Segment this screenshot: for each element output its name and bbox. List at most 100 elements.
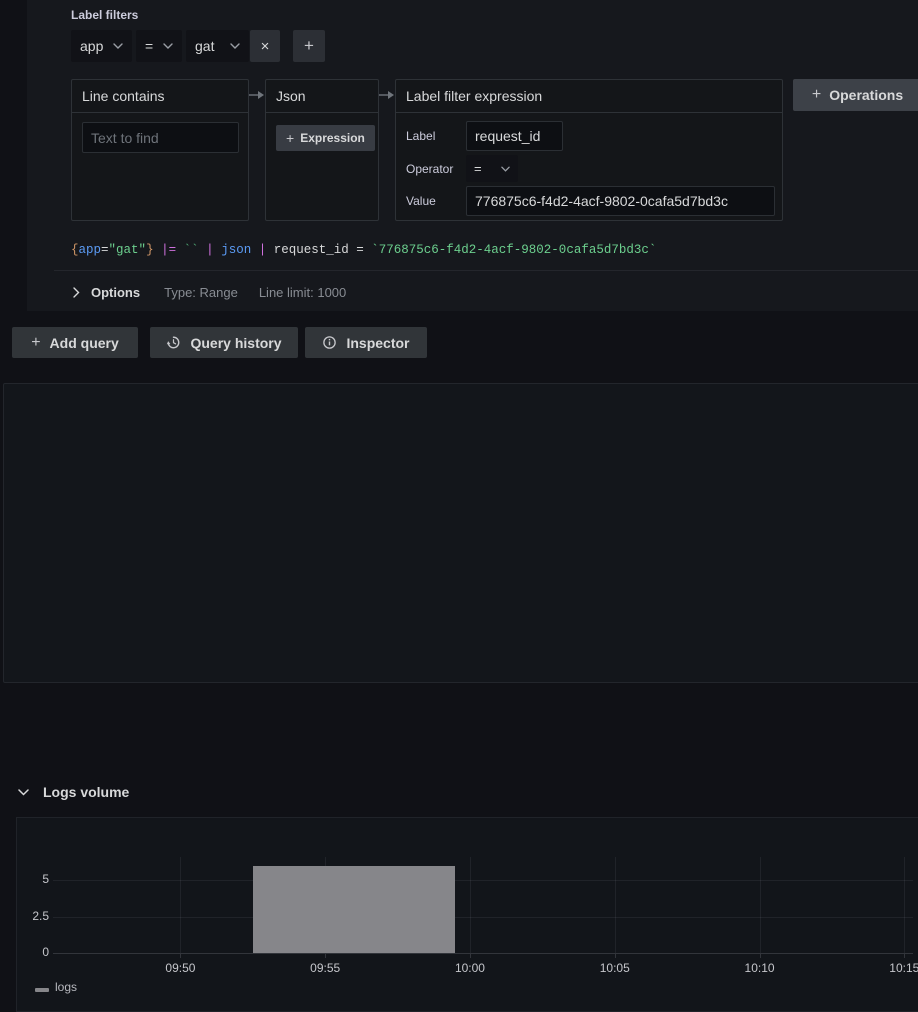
- query-token: =: [101, 243, 109, 257]
- query-token: request_id =: [274, 243, 372, 257]
- x-axis-tick: [615, 954, 616, 958]
- y-axis-tick-label: 5: [17, 872, 49, 886]
- chevron-down-icon: [113, 43, 123, 49]
- x-axis-line: [53, 953, 913, 954]
- grid-line-x: [180, 857, 181, 953]
- query-token: [154, 243, 162, 257]
- label-filter-name-value: app: [80, 38, 103, 54]
- query-token: "gat": [109, 243, 147, 257]
- operator-field-value: =: [474, 161, 482, 176]
- inspector-label: Inspector: [346, 335, 409, 351]
- query-options-toggle[interactable]: Options Type: Range Line limit: 1000: [73, 277, 346, 307]
- operation-header[interactable]: Label filter expression: [396, 80, 782, 113]
- logs-volume-header-toggle[interactable]: Logs volume: [18, 781, 129, 803]
- query-editor-row: Label filters app = gat × + Line contain…: [27, 0, 918, 311]
- grid-line-y: [53, 917, 913, 918]
- operation-label-filter-expression: Label filter expression Label Operator =…: [395, 79, 783, 221]
- logs-volume-title: Logs volume: [43, 784, 129, 800]
- label-filter-operator-value: =: [145, 38, 153, 54]
- grid-line-y: [53, 880, 913, 881]
- x-axis-tick: [325, 954, 326, 958]
- operation-header[interactable]: Line contains: [72, 80, 248, 113]
- chevron-down-icon: [163, 43, 173, 49]
- query-token: ``: [184, 243, 199, 257]
- label-filter-value-select[interactable]: gat: [186, 30, 249, 62]
- grid-line-x: [760, 857, 761, 953]
- operator-field-select[interactable]: =: [466, 155, 518, 182]
- grid-line-x: [904, 857, 905, 953]
- operation-json: Json + Expression: [265, 79, 379, 221]
- legend-series-label[interactable]: logs: [55, 980, 77, 994]
- grafana-explore-page: Label filters app = gat × + Line contain…: [0, 0, 918, 632]
- query-token: [251, 243, 259, 257]
- label-filter-name-select[interactable]: app: [71, 30, 132, 62]
- chevron-down-icon: [230, 43, 240, 49]
- value-field-input[interactable]: [466, 186, 775, 216]
- label-filter-operator-select[interactable]: =: [136, 30, 182, 62]
- query-token: |: [206, 243, 214, 257]
- close-icon: ×: [261, 38, 270, 55]
- query-token: `776875c6-f4d2-4acf-9802-0cafa5d7bd3c`: [371, 243, 656, 257]
- add-expression-label: Expression: [300, 131, 365, 145]
- grid-line-x: [470, 857, 471, 953]
- arrow-right-icon: [379, 89, 395, 101]
- logs-volume-bar: [253, 866, 456, 953]
- query-token: [266, 243, 274, 257]
- plus-icon: +: [286, 130, 294, 146]
- plus-icon: +: [31, 334, 40, 352]
- chevron-down-icon: [18, 789, 29, 796]
- operation-line-contains: Line contains: [71, 79, 249, 221]
- x-axis-tick-label: 10:10: [730, 961, 790, 975]
- operation-title: Label filter expression: [406, 88, 542, 104]
- grid-line-x: [615, 857, 616, 953]
- add-label-filter-button[interactable]: +: [293, 30, 325, 62]
- query-token: }: [146, 243, 154, 257]
- query-token: app: [79, 243, 102, 257]
- label-field-label: Label: [406, 129, 435, 143]
- label-filter-value-value: gat: [195, 38, 214, 54]
- options-type-summary: Type: Range: [164, 285, 238, 300]
- x-axis-tick: [904, 954, 905, 958]
- value-field-label: Value: [406, 194, 436, 208]
- x-axis-tick-label: 10:00: [440, 961, 500, 975]
- label-filters-label: Label filters: [71, 8, 138, 22]
- operation-title: Line contains: [82, 88, 165, 104]
- add-query-button[interactable]: + Add query: [12, 327, 138, 358]
- options-label: Options: [91, 285, 140, 300]
- logs-volume-chart[interactable]: 02.5509:5009:5510:0010:0510:1010:15logs: [16, 817, 918, 1012]
- remove-label-filter-button[interactable]: ×: [250, 30, 280, 62]
- query-token: {: [71, 243, 79, 257]
- legend-swatch: [35, 988, 49, 992]
- x-axis-tick: [180, 954, 181, 958]
- query-token: |=: [161, 243, 176, 257]
- inspector-button[interactable]: Inspector: [305, 327, 427, 358]
- query-token: [176, 243, 184, 257]
- plus-icon: +: [304, 36, 314, 56]
- chevron-down-icon: [501, 166, 510, 172]
- options-line-limit-summary: Line limit: 1000: [259, 285, 346, 300]
- add-operations-button[interactable]: + Operations: [793, 79, 918, 111]
- query-preview-code: {app="gat"} |= `` | json | request_id = …: [71, 243, 656, 257]
- chevron-right-icon: [73, 287, 80, 298]
- y-axis-tick-label: 2.5: [17, 909, 49, 923]
- history-icon: [166, 335, 181, 350]
- operator-field-label: Operator: [406, 162, 453, 176]
- operation-title: Json: [276, 88, 306, 104]
- label-field-input[interactable]: [466, 121, 563, 151]
- logs-volume-panel: Logs volume 02.5509:5009:5510:0010:0510:…: [3, 383, 918, 683]
- query-history-button[interactable]: Query history: [150, 327, 298, 358]
- operations-label: Operations: [829, 87, 903, 103]
- line-contains-input[interactable]: [82, 122, 239, 153]
- divider: [54, 270, 918, 271]
- add-query-label: Add query: [50, 335, 119, 351]
- add-expression-button[interactable]: + Expression: [276, 125, 375, 151]
- arrow-right-icon: [249, 89, 265, 101]
- x-axis-tick: [760, 954, 761, 958]
- y-axis-tick-label: 0: [17, 945, 49, 959]
- query-history-label: Query history: [190, 335, 281, 351]
- operation-header[interactable]: Json: [266, 80, 378, 113]
- x-axis-tick-label: 10:05: [585, 961, 645, 975]
- plus-icon: +: [812, 86, 821, 104]
- info-icon: [322, 335, 337, 350]
- x-axis-tick-label: 09:50: [150, 961, 210, 975]
